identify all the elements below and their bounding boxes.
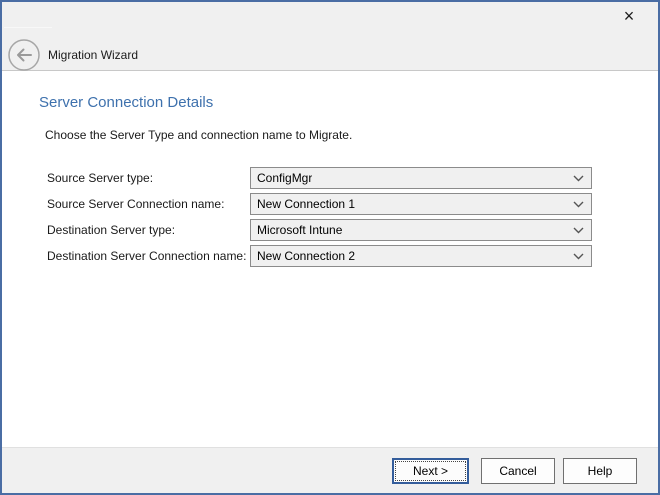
source-server-type-value: ConfigMgr — [257, 171, 312, 185]
source-server-type-select[interactable]: ConfigMgr — [250, 167, 592, 189]
back-button[interactable] — [8, 39, 40, 71]
wizard-title: Migration Wizard — [48, 48, 138, 62]
wizard-footer: Next > Cancel Help — [2, 447, 658, 493]
destination-connection-name-value: New Connection 2 — [257, 249, 355, 263]
source-connection-name-value: New Connection 1 — [257, 197, 355, 211]
form-row-source-server-type: Source Server type: ConfigMgr — [47, 167, 593, 189]
migration-wizard-window: × Migration Wizard Server Connection Det… — [0, 0, 660, 495]
help-button[interactable]: Help — [563, 458, 637, 484]
source-server-type-label: Source Server type: — [47, 167, 153, 189]
page-title: Server Connection Details — [39, 93, 213, 112]
source-connection-name-label: Source Server Connection name: — [47, 193, 224, 215]
destination-server-type-select[interactable]: Microsoft Intune — [250, 219, 592, 241]
destination-server-type-value: Microsoft Intune — [257, 223, 342, 237]
close-button[interactable]: × — [614, 4, 644, 28]
wizard-header: × Migration Wizard — [2, 2, 658, 71]
chevron-down-icon — [573, 175, 584, 182]
source-connection-name-select[interactable]: New Connection 1 — [250, 193, 592, 215]
form-row-destination-server-type: Destination Server type: Microsoft Intun… — [47, 219, 593, 241]
back-icon — [8, 39, 40, 71]
cancel-button[interactable]: Cancel — [481, 458, 555, 484]
close-icon: × — [624, 7, 635, 25]
destination-connection-name-select[interactable]: New Connection 2 — [250, 245, 592, 267]
form-row-destination-connection-name: Destination Server Connection name: New … — [47, 245, 593, 267]
chevron-down-icon — [573, 201, 584, 208]
form-row-source-connection-name: Source Server Connection name: New Conne… — [47, 193, 593, 215]
destination-connection-name-label: Destination Server Connection name: — [47, 245, 246, 267]
titlebar-divider — [4, 27, 52, 28]
destination-server-type-label: Destination Server type: — [47, 219, 175, 241]
chevron-down-icon — [573, 227, 584, 234]
page-description: Choose the Server Type and connection na… — [45, 128, 352, 143]
next-button[interactable]: Next > — [392, 458, 469, 484]
chevron-down-icon — [573, 253, 584, 260]
